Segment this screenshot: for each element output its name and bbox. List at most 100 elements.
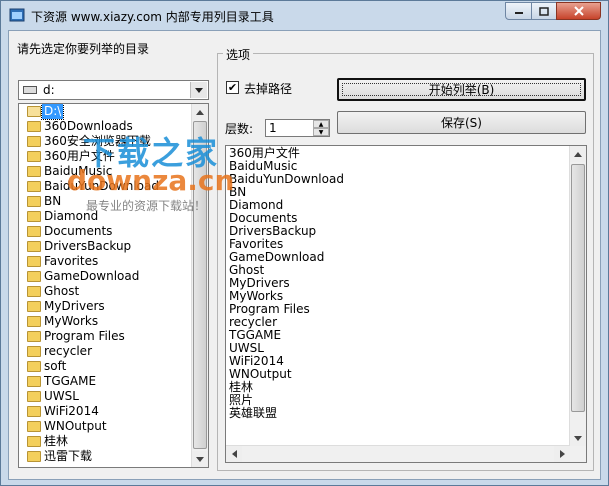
folder-icon xyxy=(27,436,41,447)
folder-icon xyxy=(27,211,41,222)
folder-icon xyxy=(27,361,41,372)
close-button[interactable] xyxy=(556,2,601,20)
scroll-up-icon xyxy=(574,151,582,157)
directory-item-label: WNOutput xyxy=(44,419,107,433)
directory-item-label: 桂林 xyxy=(44,434,69,448)
directory-item-label: Favorites xyxy=(44,254,99,268)
spinner-down-icon[interactable]: ▼ xyxy=(313,128,329,136)
folder-icon xyxy=(27,166,41,177)
scroll-up-icon xyxy=(196,109,204,115)
level-label: 层数: xyxy=(225,122,254,136)
directory-item-label: Program Files xyxy=(44,329,125,343)
scroll-down-icon xyxy=(574,435,582,441)
app-window: 下资源 www.xiazy.com 内部专用列目录工具 请先选定你要列举的目录 … xyxy=(0,0,609,486)
open-folder-icon xyxy=(27,106,41,117)
chevron-down-icon xyxy=(195,87,203,93)
folder-icon xyxy=(27,391,41,402)
scroll-left-button[interactable] xyxy=(226,446,242,462)
checkmark-icon: ✔ xyxy=(227,81,238,94)
minimize-button[interactable] xyxy=(505,2,532,20)
scroll-up-button[interactable] xyxy=(192,104,208,120)
directory-item-label: Ghost xyxy=(44,284,80,298)
directory-item[interactable]: MyWorks xyxy=(19,314,192,329)
dropdown-arrow[interactable] xyxy=(190,82,207,98)
directory-item[interactable]: WNOutput xyxy=(19,419,192,434)
save-label: 保存(S) xyxy=(441,116,482,130)
directory-item-label: MyWorks xyxy=(44,314,99,328)
focus-rect xyxy=(342,83,581,96)
directory-item-label: TGGAME xyxy=(44,374,97,388)
scroll-down-button[interactable] xyxy=(192,451,208,467)
directory-item-label: WiFi2014 xyxy=(44,404,99,418)
close-icon xyxy=(573,6,584,16)
watermark-domain: downza.cn xyxy=(67,164,235,197)
options-group-label: 选项 xyxy=(223,46,254,63)
folder-icon xyxy=(27,241,41,252)
folder-icon xyxy=(27,181,41,192)
directory-item-label: D:\ xyxy=(40,104,65,120)
directory-item[interactable]: Favorites xyxy=(19,254,192,269)
directory-item-label: BN xyxy=(44,194,62,208)
directory-item[interactable]: soft xyxy=(19,359,192,374)
output-scroll-thumb[interactable] xyxy=(571,164,585,412)
save-button[interactable]: 保存(S) xyxy=(337,111,586,134)
directory-item-label: recycler xyxy=(44,344,92,358)
folder-icon xyxy=(27,301,41,312)
title-bar[interactable]: 下资源 www.xiazy.com 内部专用列目录工具 xyxy=(1,1,608,29)
directory-item[interactable]: Program Files xyxy=(19,329,192,344)
output-textarea[interactable]: 360用户文件 BaiduMusic BaiduYunDownload BN Diamo… xyxy=(225,145,587,463)
level-value: 1 xyxy=(269,121,277,135)
scroll-down-icon xyxy=(196,456,204,462)
folder-icon xyxy=(27,346,41,357)
directory-item-label: GameDownload xyxy=(44,269,140,283)
folder-icon xyxy=(27,331,41,342)
folder-icon xyxy=(27,376,41,387)
directory-item[interactable]: Documents xyxy=(19,224,192,239)
start-list-button[interactable]: 开始列举(B) xyxy=(337,78,586,101)
client-area: 请先选定你要列举的目录 d: D:\ 360Downloads 360安全浏览器下载… xyxy=(8,30,601,480)
scroll-right-button[interactable] xyxy=(554,446,570,462)
folder-icon xyxy=(27,421,41,432)
directory-item-label: DriversBackup xyxy=(44,239,132,253)
directory-item[interactable]: Ghost xyxy=(19,284,192,299)
app-icon xyxy=(9,8,25,22)
folder-icon xyxy=(27,286,41,297)
folder-icon xyxy=(27,151,41,162)
folder-icon xyxy=(27,196,41,207)
output-scroll-up-button[interactable] xyxy=(570,146,586,162)
maximize-icon xyxy=(539,6,549,16)
output-lines: 360用户文件 BaiduMusic BaiduYunDownload BN Diamo… xyxy=(229,147,344,420)
spinner-up-icon[interactable]: ▲ xyxy=(313,120,329,128)
folder-icon xyxy=(27,136,41,147)
output-scroll-down-button[interactable] xyxy=(570,430,586,446)
folder-icon xyxy=(27,406,41,417)
remove-path-label: 去掉路径 xyxy=(244,82,293,96)
output-hscrollbar[interactable] xyxy=(226,445,570,462)
maximize-button[interactable] xyxy=(531,2,557,20)
window-title: 下资源 www.xiazy.com 内部专用列目录工具 xyxy=(31,10,274,24)
output-line: BaiduYunDownload xyxy=(229,172,344,186)
level-spinner[interactable]: 1 ▲ ▼ xyxy=(265,119,330,137)
spinner-buttons[interactable]: ▲ ▼ xyxy=(313,120,329,136)
directory-item[interactable]: 桂林 xyxy=(19,434,192,449)
directory-item[interactable]: MyDrivers xyxy=(19,299,192,314)
remove-path-checkbox[interactable]: ✔ xyxy=(226,81,239,94)
directory-item[interactable]: GameDownload xyxy=(19,269,192,284)
minimize-icon xyxy=(514,12,523,14)
scroll-right-icon xyxy=(559,450,565,458)
folder-icon xyxy=(27,271,41,282)
output-vscrollbar[interactable] xyxy=(569,146,586,446)
directory-item[interactable]: DriversBackup xyxy=(19,239,192,254)
directory-item[interactable]: recycler xyxy=(19,344,192,359)
directory-item[interactable]: 迅雷下载 xyxy=(19,449,192,464)
directory-item[interactable]: WiFi2014 xyxy=(19,404,192,419)
drive-select[interactable]: d: xyxy=(18,80,209,100)
select-dir-prompt: 请先选定你要列举的目录 xyxy=(17,42,150,56)
scroll-left-icon xyxy=(231,450,237,458)
directory-item[interactable]: TGGAME xyxy=(19,374,192,389)
directory-item[interactable]: UWSL xyxy=(19,389,192,404)
directory-item-label: soft xyxy=(44,359,67,373)
directory-item[interactable]: D:\ xyxy=(19,104,192,120)
drive-icon xyxy=(23,86,37,94)
folder-icon xyxy=(27,121,41,132)
